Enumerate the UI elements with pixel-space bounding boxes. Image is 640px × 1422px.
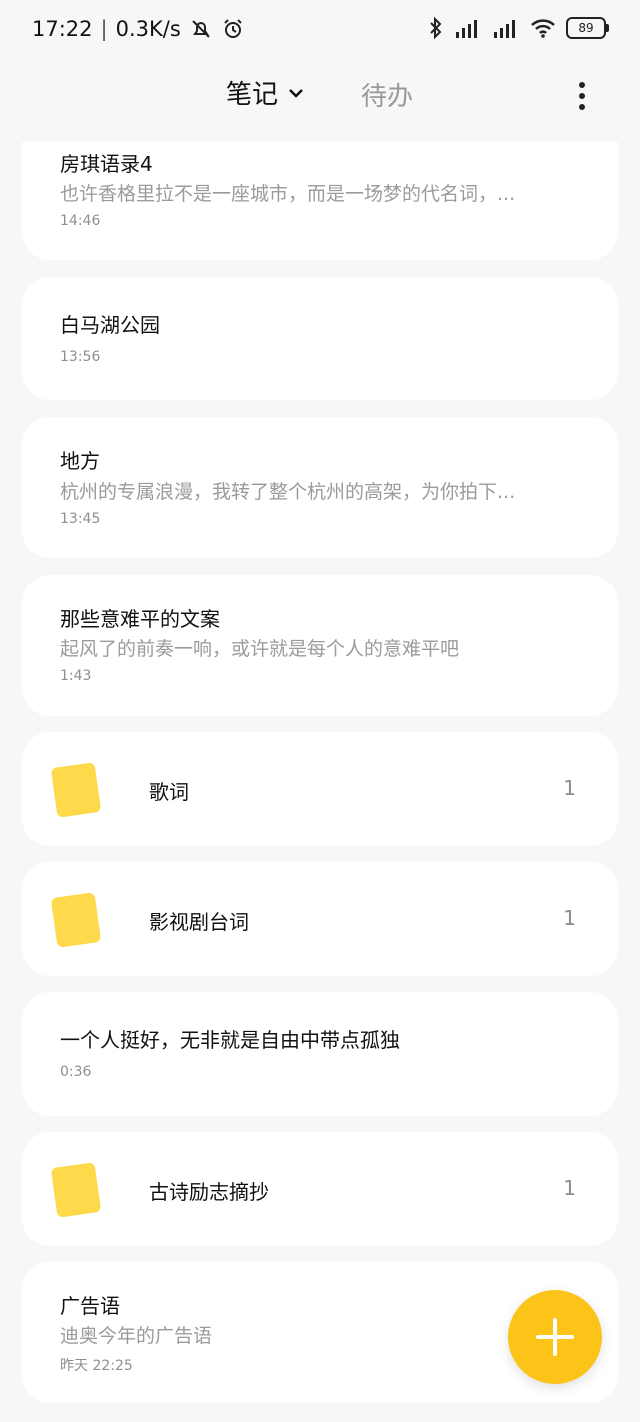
note-time: 13:56: [60, 349, 101, 365]
wifi-icon: [531, 19, 555, 38]
folder-name: 影视剧台词: [149, 910, 249, 934]
signal-hd-icon: [456, 20, 477, 38]
note-time: 0:36: [60, 1064, 92, 1080]
note-time: 1:43: [60, 668, 92, 684]
tab-todo[interactable]: 待办: [361, 76, 413, 113]
status-bar: 17:22 | 0.3K/s 89: [0, 0, 640, 60]
note-snippet: 杭州的专属浪漫，我转了整个杭州的高架，为你拍下...: [60, 481, 516, 503]
note-time: 昨天 22:25: [60, 1358, 133, 1374]
network-speed: 0.3K/s: [115, 17, 181, 41]
signal-hd-icon: [494, 20, 515, 38]
folder-icon: [50, 762, 102, 818]
clock: 17:22: [32, 17, 93, 41]
folder-count: 1: [563, 906, 576, 930]
app-header: 笔记 待办: [0, 60, 640, 132]
folder-card[interactable]: 歌词 1: [22, 732, 618, 846]
more-options-icon[interactable]: [572, 80, 592, 112]
note-card[interactable]: 一个人挺好，无非就是自由中带点孤独 0:36: [22, 992, 618, 1116]
note-time: 14:46: [60, 213, 101, 229]
note-title: 白马湖公园: [60, 313, 160, 337]
note-title: 那些意难平的文案: [60, 607, 220, 631]
tab-notes-label: 笔记: [226, 80, 279, 110]
folder-icon: [50, 892, 102, 948]
tab-notes[interactable]: 笔记: [226, 74, 304, 111]
folder-card[interactable]: 影视剧台词 1: [22, 862, 618, 976]
alarm-icon: [224, 19, 242, 38]
folder-name: 古诗励志摘抄: [149, 1180, 269, 1204]
folder-count: 1: [563, 1176, 576, 1200]
note-title: 广告语: [60, 1294, 120, 1318]
battery-indicator: 89: [566, 17, 609, 39]
chevron-down-icon: [289, 88, 303, 98]
note-time: 13:45: [60, 511, 101, 527]
note-title: 房琪语录4: [60, 152, 153, 176]
note-title: 一个人挺好，无非就是自由中带点孤独: [60, 1028, 400, 1052]
note-card[interactable]: 房琪语录4 也许香格里拉不是一座城市，而是一场梦的代名词，... 14:46: [22, 142, 618, 260]
bluetooth-icon: [430, 16, 442, 40]
folder-count: 1: [563, 776, 576, 800]
separator: |: [100, 17, 108, 41]
note-snippet: 也许香格里拉不是一座城市，而是一场梦的代名词，...: [60, 183, 516, 205]
mute-bell-icon: [192, 20, 210, 38]
folder-name: 歌词: [149, 780, 189, 804]
folder-icon: [50, 1162, 102, 1218]
note-snippet: 起风了的前奏一响，或许就是每个人的意难平吧: [60, 638, 460, 660]
add-note-button[interactable]: [508, 1290, 602, 1384]
note-snippet: 迪奥今年的广告语: [60, 1325, 213, 1347]
folder-card[interactable]: 古诗励志摘抄 1: [22, 1132, 618, 1246]
note-card[interactable]: 白马湖公园 13:56: [22, 277, 618, 400]
note-title: 地方: [60, 449, 100, 473]
note-card[interactable]: 地方 杭州的专属浪漫，我转了整个杭州的高架，为你拍下... 13:45: [22, 417, 618, 558]
note-card[interactable]: 那些意难平的文案 起风了的前奏一响，或许就是每个人的意难平吧 1:43: [22, 575, 618, 716]
